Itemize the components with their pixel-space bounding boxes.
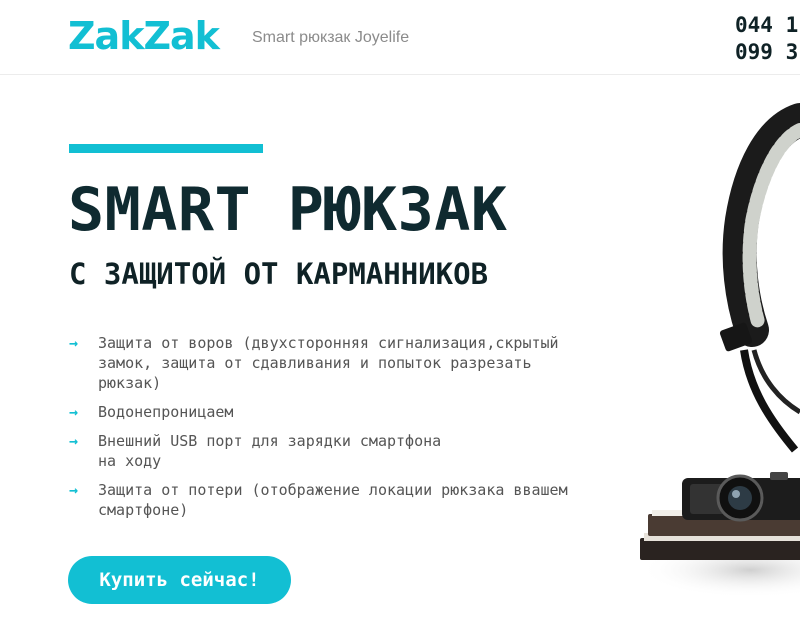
buy-now-button[interactable]: Купить сейчас!: [68, 556, 291, 604]
feature-line: рюкзак): [98, 374, 162, 392]
feature-line: Защита от воров (двухсторонняя сигнализа…: [98, 334, 559, 352]
phone-numbers: 044 1 099 3: [735, 12, 798, 66]
feature-item: → Водонепроницаем: [69, 402, 599, 422]
feature-line: смартфоне): [98, 501, 189, 519]
feature-item: → Внешний USB порт для зарядки смартфона…: [69, 431, 599, 471]
hero-subtitle: С ЗАЩИТОЙ ОТ КАРМАННИКОВ: [69, 257, 489, 291]
feature-line: на ходу: [98, 452, 162, 470]
feature-line: Защита от потери (отображение локации рю…: [98, 481, 568, 499]
tagline: Smart рюкзак Joyelife: [252, 29, 410, 46]
feature-item: → Защита от потери (отображение локации …: [69, 480, 599, 520]
arrow-right-icon: →: [69, 481, 79, 499]
arrow-right-icon: →: [69, 432, 79, 450]
phone-number-2[interactable]: 099 3: [735, 39, 798, 66]
feature-line: замок, защита от сдавливания и попыток р…: [98, 354, 532, 372]
phone-number-1[interactable]: 044 1: [735, 12, 798, 39]
arrow-right-icon: →: [69, 334, 79, 352]
accent-bar: [69, 144, 263, 153]
feature-line: Водонепроницаем: [98, 403, 234, 421]
backpack-product-image: [640, 103, 800, 598]
feature-line: Внешний USB порт для зарядки смартфона: [98, 432, 442, 450]
feature-item: → Защита от воров (двухсторонняя сигнали…: [69, 333, 599, 393]
logo[interactable]: ZakZak: [68, 12, 220, 60]
site-header: ZakZak Smart рюкзак Joyelife 044 1 099 3: [0, 0, 800, 75]
hero-title: SMART РЮКЗАК: [68, 175, 508, 245]
feature-list: → Защита от воров (двухсторонняя сигнали…: [69, 333, 599, 529]
arrow-right-icon: →: [69, 403, 79, 421]
